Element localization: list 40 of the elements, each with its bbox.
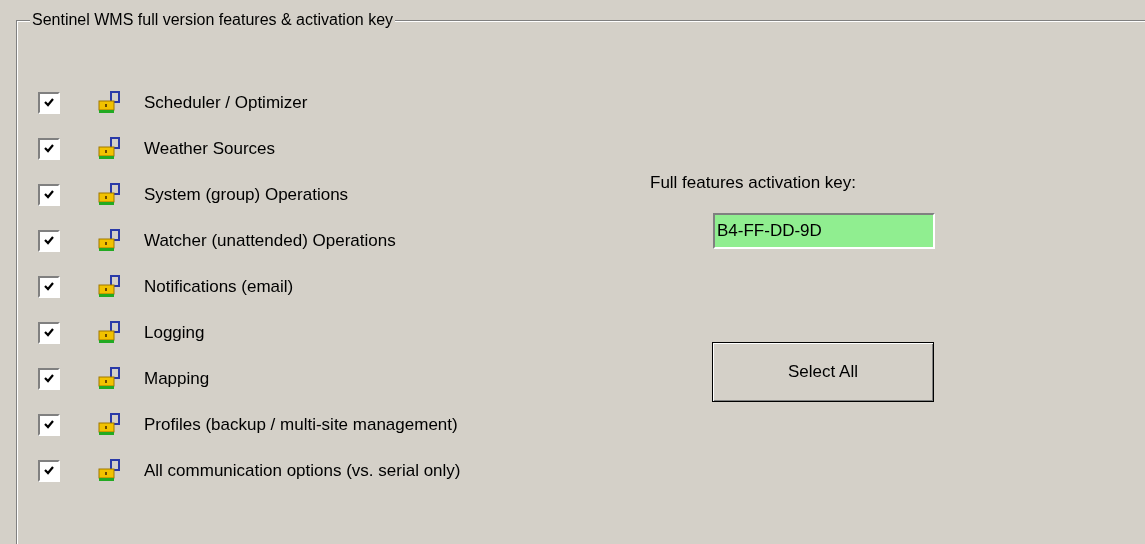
checkmark-icon xyxy=(43,419,55,431)
feature-label: Scheduler / Optimizer xyxy=(144,92,308,115)
feature-label: Weather Sources xyxy=(144,138,276,161)
unlocked-padlock-icon xyxy=(98,459,122,483)
checkbox[interactable] xyxy=(38,368,60,390)
feature-label: Logging xyxy=(144,322,205,345)
checkmark-icon xyxy=(43,97,55,109)
checkmark-icon xyxy=(43,465,55,477)
checkbox[interactable] xyxy=(38,414,60,436)
unlocked-padlock-icon xyxy=(98,275,122,299)
checkmark-icon xyxy=(43,281,55,293)
checkbox[interactable] xyxy=(38,138,60,160)
unlocked-padlock-icon xyxy=(98,413,122,437)
checkmark-icon xyxy=(43,189,55,201)
unlocked-padlock-icon xyxy=(98,183,122,207)
unlocked-padlock-icon xyxy=(98,137,122,161)
feature-label: Profiles (backup / multi-site management) xyxy=(144,414,458,437)
group-title: Sentinel WMS full version features & activation key xyxy=(30,10,396,30)
checkbox[interactable] xyxy=(38,230,60,252)
checkmark-icon xyxy=(43,373,55,385)
checkbox[interactable] xyxy=(38,184,60,206)
activation-key-field[interactable]: B4-FF-DD-9D xyxy=(713,213,935,249)
unlocked-padlock-icon xyxy=(98,321,122,345)
checkmark-icon xyxy=(43,143,55,155)
checkmark-icon xyxy=(43,235,55,247)
feature-label: Notifications (email) xyxy=(144,276,294,299)
feature-label: Watcher (unattended) Operations xyxy=(144,230,396,253)
checkbox[interactable] xyxy=(38,276,60,298)
activation-key-label: Full features activation key: xyxy=(650,172,856,194)
unlocked-padlock-icon xyxy=(98,367,122,391)
feature-label: System (group) Operations xyxy=(144,184,349,207)
checkbox[interactable] xyxy=(38,460,60,482)
checkbox[interactable] xyxy=(38,92,60,114)
unlocked-padlock-icon xyxy=(98,229,122,253)
checkmark-icon xyxy=(43,327,55,339)
feature-label: All communication options (vs. serial only) xyxy=(144,460,461,483)
checkbox[interactable] xyxy=(38,322,60,344)
feature-label: Mapping xyxy=(144,368,210,391)
unlocked-padlock-icon xyxy=(98,91,122,115)
select-all-button[interactable]: Select All xyxy=(712,342,934,402)
